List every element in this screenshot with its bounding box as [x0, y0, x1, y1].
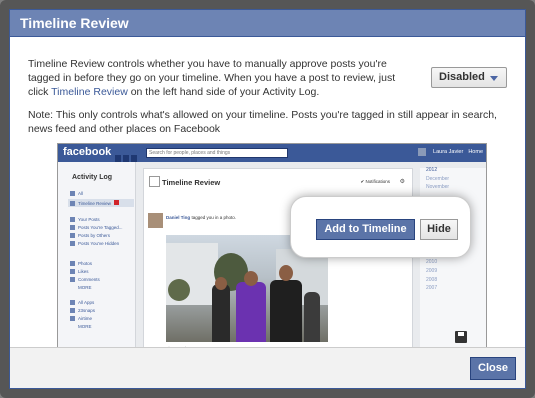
- nav-item: All: [70, 191, 83, 197]
- nav-item: Comments: [70, 277, 100, 283]
- fb-search-input: Search for people, places and things: [146, 148, 288, 158]
- timeline-review-setting-dropdown[interactable]: Disabled: [431, 67, 507, 88]
- avatar: [418, 148, 427, 156]
- jewel-icons: [115, 149, 141, 162]
- notifications-toggle: ✔ Notifications: [360, 179, 390, 184]
- timeline-review-icon: [149, 176, 160, 187]
- messages-icon: [123, 155, 129, 162]
- dialog-title: Timeline Review: [10, 10, 525, 37]
- fb-user-name: Laura Javier: [433, 149, 464, 156]
- fb-top-bar: facebook Search for people, places and t…: [58, 144, 486, 162]
- nav-item-more: MORE: [78, 324, 92, 329]
- friends-icon: [115, 155, 121, 162]
- nav-item: Posts by Others: [70, 233, 110, 239]
- avatar: [148, 213, 163, 228]
- note-text: Note: This only controls what's allowed …: [28, 109, 497, 135]
- activity-log-title: Activity Log: [72, 174, 113, 181]
- nav-item-more: MORE: [78, 285, 92, 290]
- nav-item: Photos: [70, 261, 92, 267]
- nav-item: Posts You're Tagged...: [70, 225, 123, 231]
- nav-item: 23snaps: [70, 308, 95, 314]
- review-title: Timeline Review: [162, 178, 221, 187]
- nav-item-timeline-review: Timeline Review: [68, 199, 134, 208]
- add-to-timeline-button: Add to Timeline: [316, 219, 415, 240]
- fb-home-link: Home: [468, 149, 483, 156]
- nav-item: Likes: [70, 269, 89, 275]
- fb-user-nav: Laura Javier Home: [418, 148, 483, 156]
- notifications-icon: [131, 155, 137, 162]
- nav-item: Airtime: [70, 316, 92, 322]
- nav-item: Posts You've Hidden: [70, 241, 119, 247]
- count-badge: [113, 200, 119, 205]
- post-header: Daniel Ting tagged you in a photo.: [166, 215, 236, 220]
- save-icon: [455, 331, 467, 343]
- close-button[interactable]: Close: [470, 357, 516, 380]
- timeline-review-link[interactable]: Timeline Review: [51, 86, 128, 98]
- gear-icon: ⚙: [399, 179, 405, 185]
- setting-value: Disabled: [439, 71, 485, 83]
- nav-item: Your Posts: [70, 217, 100, 223]
- nav-item: All Apps: [70, 300, 94, 306]
- dialog-frame: Timeline Review Timeline Review controls…: [0, 0, 535, 398]
- chevron-down-icon: [490, 76, 498, 81]
- activity-log-nav: Activity Log All Timeline Review Your Po…: [58, 162, 136, 353]
- hide-button: Hide: [420, 219, 458, 240]
- dialog-footer: Close: [10, 347, 525, 388]
- description: Timeline Review controls whether you hav…: [28, 58, 396, 98]
- fb-logo: facebook: [63, 146, 112, 158]
- dialog: Timeline Review Timeline Review controls…: [9, 9, 526, 389]
